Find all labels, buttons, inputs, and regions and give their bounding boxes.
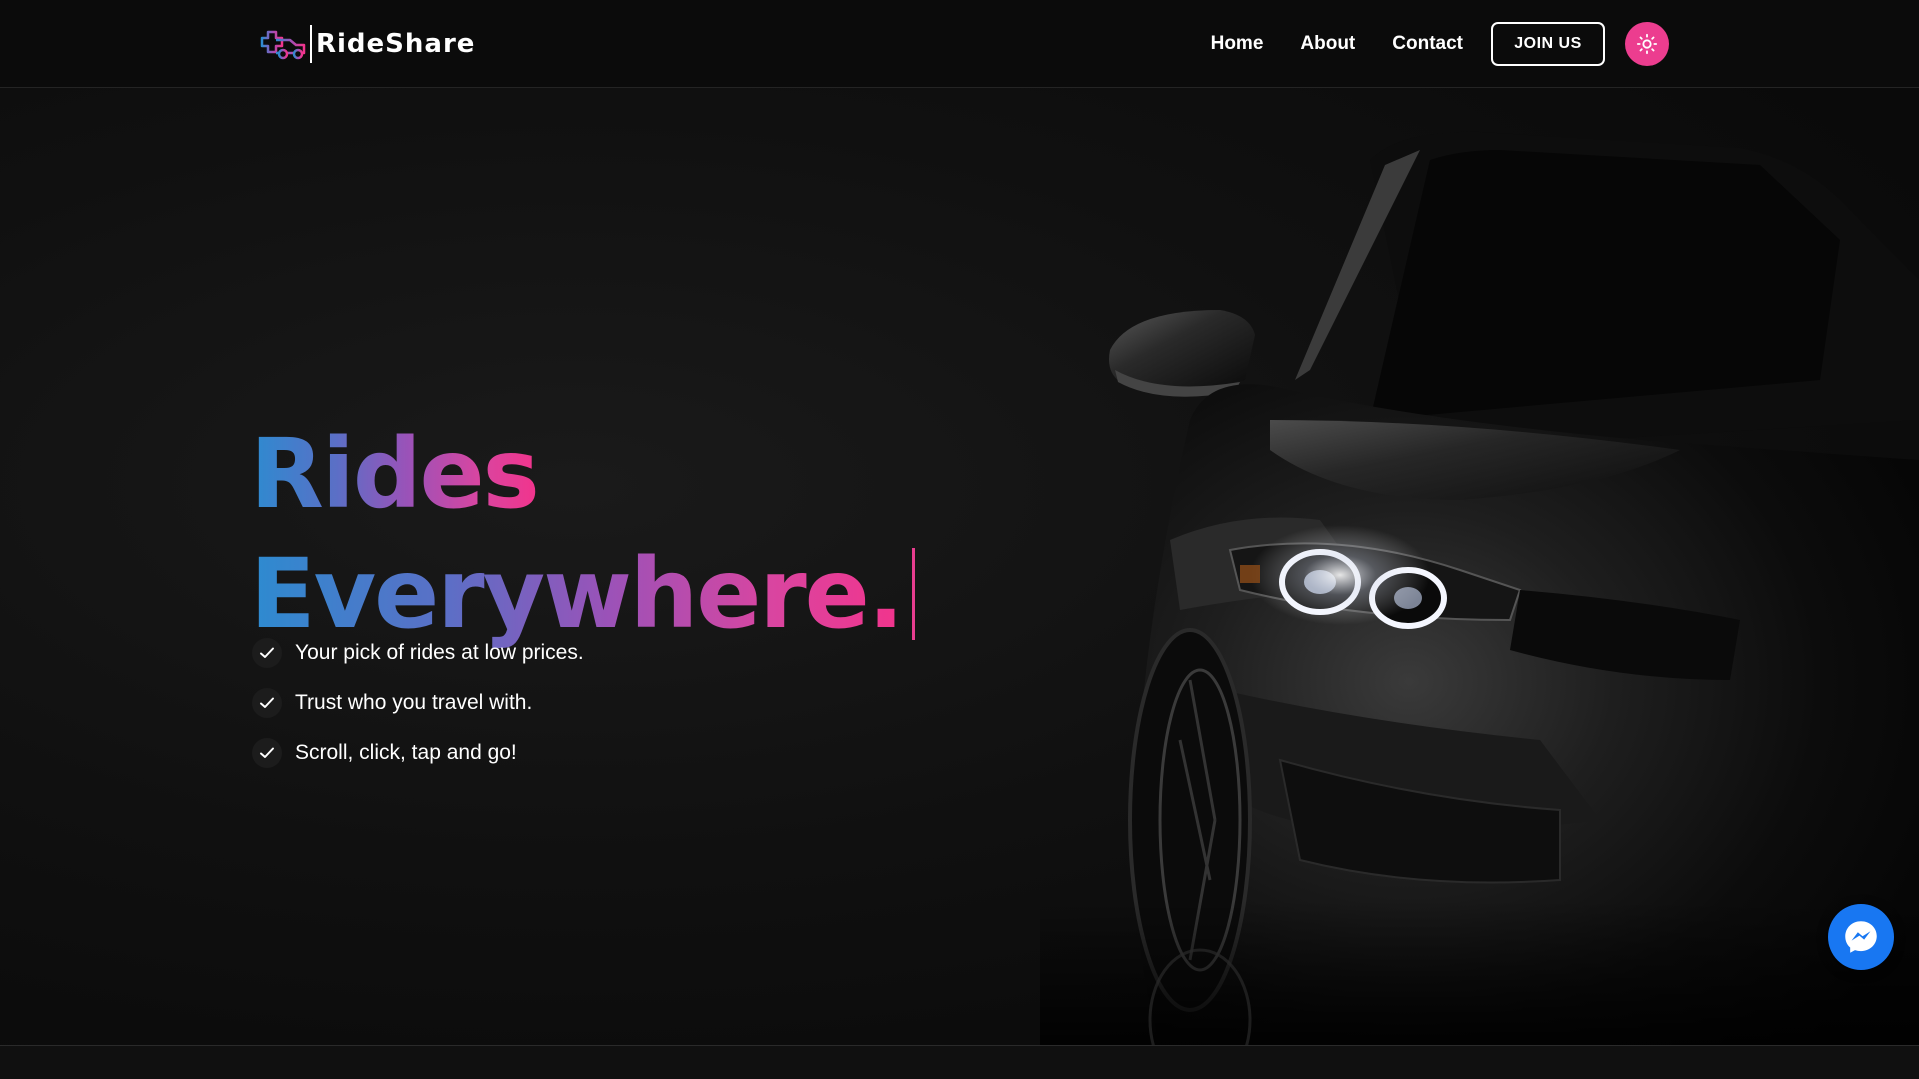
feature-item: Scroll, click, tap and go! <box>252 728 584 778</box>
hero-title: Rides Everywhere. <box>250 414 1070 654</box>
nav-menu: Home About Contact JOIN US <box>1211 22 1669 66</box>
feature-text: Trust who you travel with. <box>295 691 533 714</box>
theme-toggle-button[interactable] <box>1625 22 1669 66</box>
logo-divider <box>310 25 312 63</box>
join-us-button[interactable]: JOIN US <box>1491 22 1605 66</box>
bottom-section-edge <box>0 1045 1919 1079</box>
page: RideShare Home About Contact JOIN US Rid… <box>0 0 1919 1079</box>
car-plus-logo-icon <box>260 30 306 60</box>
nav-link-contact[interactable]: Contact <box>1392 33 1463 55</box>
check-icon <box>252 638 282 668</box>
feature-list: Your pick of rides at low prices. Trust … <box>252 628 584 778</box>
check-icon <box>252 738 282 768</box>
typing-cursor <box>912 548 916 641</box>
check-icon <box>252 688 282 718</box>
nav-link-home[interactable]: Home <box>1211 33 1264 55</box>
nav-link-about[interactable]: About <box>1300 33 1355 55</box>
feature-item: Your pick of rides at low prices. <box>252 628 584 678</box>
feature-item: Trust who you travel with. <box>252 678 584 728</box>
hero-title-line1: Rides <box>250 414 540 534</box>
feature-text: Your pick of rides at low prices. <box>295 641 584 664</box>
brand-name[interactable]: RideShare <box>316 29 475 59</box>
hero-car-image <box>1040 131 1919 1045</box>
navbar: RideShare Home About Contact JOIN US <box>0 0 1919 88</box>
feature-text: Scroll, click, tap and go! <box>295 741 517 764</box>
messenger-chat-button[interactable] <box>1828 904 1894 970</box>
sun-icon <box>1636 33 1658 55</box>
messenger-icon <box>1845 921 1877 953</box>
brand-logo[interactable]: RideShare <box>254 22 475 66</box>
